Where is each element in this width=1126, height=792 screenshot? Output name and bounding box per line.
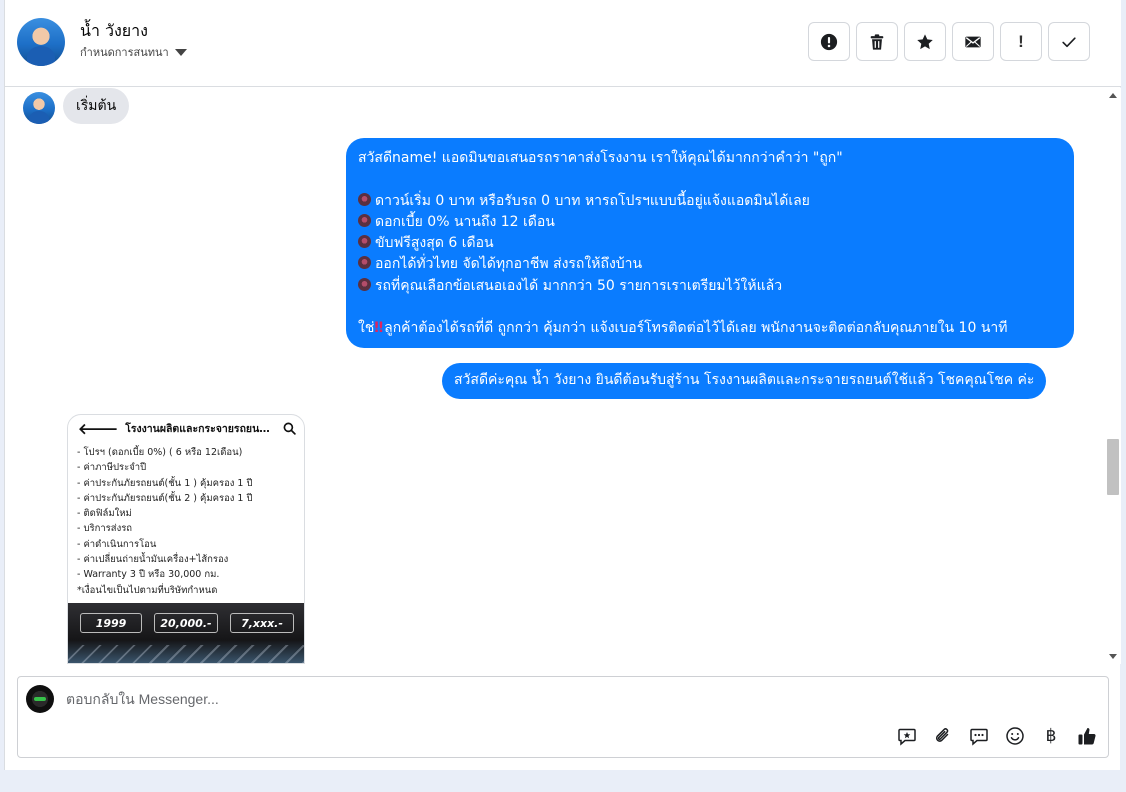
emoji-button[interactable] [1004,725,1026,747]
conversation-settings-label: กำหนดการสนทนา [80,46,169,59]
list-item: - ค่าประกันภัยรถยนต์(ชั้น 1 ) คุ้มครอง 1… [77,477,253,489]
message-closing-line: ใช่‼ ลูกค้าต้องได้รถที่ดี ถูกกว่า คุ้มกว่… [358,320,1008,337]
saved-reply-icon [898,728,916,746]
list-item: - โปรฯ (ดอกเบี้ย 0%) ( 6 หรือ 12เดือน) [77,447,243,458]
conversation-panel: น้ำ วังยาง กำหนดการสนทนา ! เริ่มต้น สวัส… [4,0,1121,770]
mark-spam-button[interactable] [808,22,850,61]
price-box: 20,000.- [154,613,218,633]
message-bullet: ขับฟรีสูงสุด 6 เดือน [358,233,1062,254]
message-bullet: รถที่คุณเลือกข้อเสนอเองได้ มากกว่า 50 รา… [358,276,1062,297]
reply-composer: ฿ [17,676,1109,758]
envelope-icon [965,36,981,47]
list-item: *เงื่อนไขเป็นไปตามที่บริษัทกำหนด [77,584,218,596]
scroll-down-arrow-icon[interactable] [1109,654,1117,659]
list-item: - ค่าประกันภัยรถยนต์(ชั้น 2 ) คุ้มครอง 1… [77,492,253,504]
conversation-settings-dropdown[interactable]: กำหนดการสนทนา [80,43,187,61]
list-item: - Warranty 3 ปี หรือ 30,000 กม. [77,569,220,581]
like-button[interactable] [1076,725,1098,747]
reply-input[interactable] [66,691,766,707]
emoji-icon [358,256,371,270]
message-line: สวัสดีname! แอดมินขอเสนอรถราคาส่งโรงงาน … [358,150,843,166]
follow-up-button[interactable]: ! [1000,22,1042,61]
alert-circle-icon [820,33,838,50]
composer-tools: ฿ [896,725,1098,747]
outgoing-message-greeting[interactable]: สวัสดีname! แอดมินขอเสนอรถราคาส่งโรงงาน … [346,138,1074,348]
list-item: - บริการส่งรถ [77,523,133,535]
payment-button[interactable]: ฿ [1040,725,1062,747]
attachment-icon [935,728,949,742]
thread-scrollbar[interactable] [1105,88,1121,664]
emoji-icon [358,213,371,227]
scroll-up-arrow-icon[interactable] [1109,93,1117,98]
emoji-icon [358,277,371,291]
message-thread[interactable]: เริ่มต้น สวัสดีname! แอดมินขอเสนอรถราคาส… [5,88,1105,664]
mark-unread-button[interactable] [952,22,994,61]
chevron-down-icon [174,48,187,56]
price-box: 1999 [80,613,142,633]
image-price-banner: 1999 20,000.- 7,xxx.- [68,603,304,663]
image-title: โรงงานผลิตและกระจายรถยนต์ใ... [125,422,276,435]
delete-button[interactable] [856,22,898,61]
incoming-message-start[interactable]: เริ่มต้น [63,88,130,124]
chat-bubble-icon [970,728,988,746]
contact-avatar-small [23,92,55,124]
list-item: - ค่าดำเนินการโอน [77,538,157,550]
scrollbar-thumb[interactable] [1107,439,1119,495]
search-icon [283,422,296,435]
back-arrow-icon: 🡐 [78,419,119,438]
price-box: 7,xxx.- [230,613,294,633]
thumbs-up-icon [1078,728,1096,745]
conversation-header: น้ำ วังยาง กำหนดการสนทนา ! [5,0,1121,87]
outgoing-message-welcome[interactable]: สวัสดีค่ะคุณ น้ำ วังยาง ยินดีต้อนรับสู่ร… [442,363,1047,399]
message-bullet: ออกได้ทั่วไทย จัดได้ทุกอาชีพ ส่งรถให้ถึง… [358,254,1062,275]
message-bullet: ดาวน์เริ่ม 0 บาท หรือรับรถ 0 บาท หารถโปร… [358,191,1062,212]
check-icon [1062,36,1076,47]
star-icon [917,33,933,49]
attach-file-button[interactable] [932,725,954,747]
exclamation-icon: ! [1018,31,1024,51]
double-exclamation-emoji: ‼ [374,320,383,337]
image-feature-list: - โปรฯ (ดอกเบี้ย 0%) ( 6 หรือ 12เดือน) -… [77,445,253,598]
list-item: - ติดฟิล์มใหม่ [77,508,132,520]
quick-reply-button[interactable] [968,725,990,747]
baht-icon: ฿ [1045,726,1057,746]
list-item: - ค่าภาษีประจำปี [77,462,147,474]
star-button[interactable] [904,22,946,61]
page-avatar [26,685,54,713]
header-actions: ! [808,22,1090,61]
saved-reply-button[interactable] [896,725,918,747]
contact-avatar[interactable] [17,18,65,66]
image-header: 🡐 โรงงานผลิตและกระจายรถยนต์ใ... [68,415,304,441]
trash-icon [870,33,884,50]
list-item: - ค่าเปลี่ยนถ่ายน้ำมันเครื่อง+ไส้กรอง [77,554,229,566]
emoji-icon [358,235,371,249]
emoji-icon [358,192,371,206]
showroom-roof-graphic [68,645,304,663]
image-attachment[interactable]: 🡐 โรงงานผลิตและกระจายรถยนต์ใ... - โปรฯ (… [67,414,305,664]
contact-name[interactable]: น้ำ วังยาง [80,19,148,44]
mark-done-button[interactable] [1048,22,1090,61]
message-bullet: ดอกเบี้ย 0% นานถึง 12 เดือน [358,212,1062,233]
emoji-icon [1006,727,1024,745]
